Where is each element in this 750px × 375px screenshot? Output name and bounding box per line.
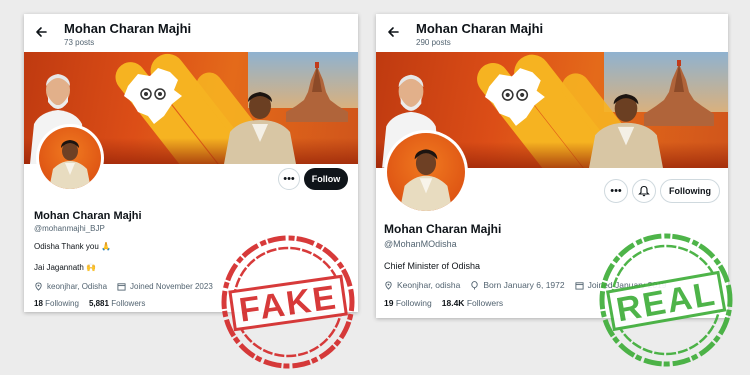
location-icon — [385, 280, 392, 290]
fake-stamp: FAKE — [221, 235, 355, 369]
notification-bell-icon — [638, 185, 650, 197]
followers-link[interactable]: 18.4K Followers — [442, 298, 503, 308]
location-text: Keonjhar, odisha — [397, 280, 461, 290]
header-post-count: 290 posts — [416, 38, 451, 47]
more-icon: ••• — [610, 185, 622, 197]
more-options-button[interactable]: ••• — [278, 168, 300, 190]
header-name: Mohan Charan Majhi — [64, 21, 192, 36]
follow-stats: 18 Following 5,881 Followers — [34, 299, 145, 308]
profile-bio: Chief Minister of Odisha — [384, 261, 481, 271]
born-text: Born January 6, 1972 — [483, 280, 565, 290]
balloon-icon — [471, 280, 478, 290]
follow-stats: 19 Following 18.4K Followers — [384, 298, 503, 308]
profile-handle: @mohanmajhi_BJP — [34, 224, 105, 233]
avatar-image — [387, 133, 465, 211]
following-button[interactable]: Following — [660, 179, 720, 203]
avatar-portrait — [399, 149, 453, 211]
header-post-count: 73 posts — [64, 38, 95, 47]
odisha-map-graphic — [124, 68, 182, 124]
real-stamp: REAL — [599, 233, 733, 367]
back-arrow-icon[interactable] — [386, 25, 400, 39]
location-icon — [35, 282, 42, 291]
joined-text: Joined November 2023 — [130, 282, 213, 291]
odisha-map-graphic — [485, 68, 545, 126]
profile-avatar[interactable] — [384, 130, 468, 214]
following-link[interactable]: 19 Following — [384, 298, 432, 308]
more-options-button[interactable]: ••• — [604, 179, 628, 203]
avatar-image — [39, 127, 101, 189]
more-icon: ••• — [283, 173, 295, 185]
profile-header: Mohan Charan Majhi 290 posts — [376, 14, 728, 52]
avatar-portrait — [49, 140, 91, 189]
politician-portrait — [224, 92, 296, 164]
following-link[interactable]: 18 Following — [34, 299, 79, 308]
calendar-icon — [575, 281, 584, 290]
back-arrow-icon[interactable] — [34, 25, 48, 39]
politician-portrait — [589, 94, 663, 168]
profile-avatar[interactable] — [36, 124, 104, 192]
profile-name: Mohan Charan Majhi — [384, 222, 502, 236]
header-name: Mohan Charan Majhi — [416, 21, 544, 36]
followers-link[interactable]: 5,881 Followers — [89, 299, 146, 308]
profile-bio-line: Jai Jagannath 🙌 — [34, 263, 96, 272]
real-stamp-text: REAL — [614, 275, 720, 330]
notifications-button[interactable] — [632, 179, 656, 203]
profile-name: Mohan Charan Majhi — [34, 210, 142, 222]
profile-bio-line: Odisha Thank you 🙏 — [34, 242, 111, 251]
follow-button[interactable]: Follow — [304, 168, 348, 190]
profile-header: Mohan Charan Majhi 73 posts — [24, 14, 358, 52]
fake-stamp-text: FAKE — [237, 278, 340, 329]
profile-handle: @MohanMOdisha — [384, 239, 457, 249]
profile-meta-row: keonjhar, Odisha Joined November 2023 — [34, 282, 213, 291]
location-text: keonjhar, Odisha — [47, 282, 108, 291]
calendar-icon — [117, 283, 126, 291]
